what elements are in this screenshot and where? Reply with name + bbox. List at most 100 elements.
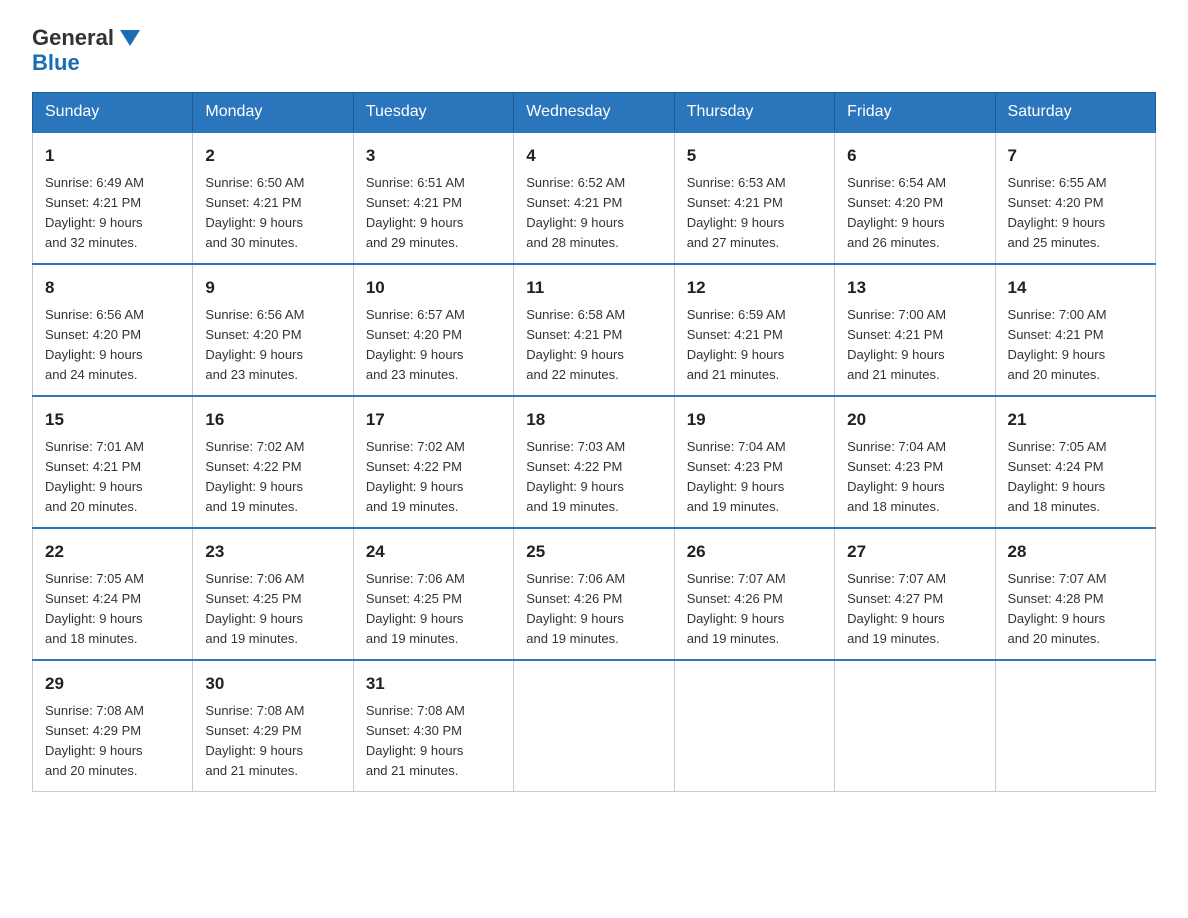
header-saturday: Saturday <box>995 93 1155 133</box>
day-info: Sunrise: 7:03 AM Sunset: 4:22 PM Dayligh… <box>526 437 661 518</box>
calendar-week-5: 29 Sunrise: 7:08 AM Sunset: 4:29 PM Dayl… <box>33 660 1156 792</box>
calendar-cell: 4 Sunrise: 6:52 AM Sunset: 4:21 PM Dayli… <box>514 132 674 264</box>
logo-blue: Blue <box>32 50 80 76</box>
day-number: 26 <box>687 539 822 565</box>
calendar-week-1: 1 Sunrise: 6:49 AM Sunset: 4:21 PM Dayli… <box>33 132 1156 264</box>
calendar-cell: 28 Sunrise: 7:07 AM Sunset: 4:28 PM Dayl… <box>995 528 1155 660</box>
calendar-week-4: 22 Sunrise: 7:05 AM Sunset: 4:24 PM Dayl… <box>33 528 1156 660</box>
day-info: Sunrise: 6:57 AM Sunset: 4:20 PM Dayligh… <box>366 305 501 386</box>
calendar-cell: 10 Sunrise: 6:57 AM Sunset: 4:20 PM Dayl… <box>353 264 513 396</box>
header-thursday: Thursday <box>674 93 834 133</box>
calendar-cell: 26 Sunrise: 7:07 AM Sunset: 4:26 PM Dayl… <box>674 528 834 660</box>
day-number: 25 <box>526 539 661 565</box>
day-info: Sunrise: 6:53 AM Sunset: 4:21 PM Dayligh… <box>687 173 822 254</box>
day-number: 15 <box>45 407 180 433</box>
page-header: General Blue <box>32 24 1156 76</box>
day-number: 9 <box>205 275 340 301</box>
day-number: 28 <box>1008 539 1143 565</box>
day-number: 24 <box>366 539 501 565</box>
header-sunday: Sunday <box>33 93 193 133</box>
calendar-cell <box>674 660 834 792</box>
day-info: Sunrise: 7:00 AM Sunset: 4:21 PM Dayligh… <box>847 305 982 386</box>
day-info: Sunrise: 6:55 AM Sunset: 4:20 PM Dayligh… <box>1008 173 1143 254</box>
day-info: Sunrise: 6:54 AM Sunset: 4:20 PM Dayligh… <box>847 173 982 254</box>
day-info: Sunrise: 7:07 AM Sunset: 4:26 PM Dayligh… <box>687 569 822 650</box>
calendar-cell: 8 Sunrise: 6:56 AM Sunset: 4:20 PM Dayli… <box>33 264 193 396</box>
calendar-cell: 12 Sunrise: 6:59 AM Sunset: 4:21 PM Dayl… <box>674 264 834 396</box>
calendar-table: SundayMondayTuesdayWednesdayThursdayFrid… <box>32 92 1156 792</box>
calendar-cell: 2 Sunrise: 6:50 AM Sunset: 4:21 PM Dayli… <box>193 132 353 264</box>
day-number: 7 <box>1008 143 1143 169</box>
calendar-cell: 19 Sunrise: 7:04 AM Sunset: 4:23 PM Dayl… <box>674 396 834 528</box>
logo-general: General <box>32 27 114 49</box>
day-number: 12 <box>687 275 822 301</box>
day-number: 19 <box>687 407 822 433</box>
day-info: Sunrise: 7:05 AM Sunset: 4:24 PM Dayligh… <box>1008 437 1143 518</box>
logo-triangle-icon <box>116 24 144 52</box>
calendar-cell: 11 Sunrise: 6:58 AM Sunset: 4:21 PM Dayl… <box>514 264 674 396</box>
day-number: 30 <box>205 671 340 697</box>
day-info: Sunrise: 6:56 AM Sunset: 4:20 PM Dayligh… <box>45 305 180 386</box>
day-info: Sunrise: 6:52 AM Sunset: 4:21 PM Dayligh… <box>526 173 661 254</box>
header-friday: Friday <box>835 93 995 133</box>
day-info: Sunrise: 7:06 AM Sunset: 4:26 PM Dayligh… <box>526 569 661 650</box>
header-wednesday: Wednesday <box>514 93 674 133</box>
day-info: Sunrise: 7:08 AM Sunset: 4:30 PM Dayligh… <box>366 701 501 782</box>
calendar-cell: 9 Sunrise: 6:56 AM Sunset: 4:20 PM Dayli… <box>193 264 353 396</box>
day-info: Sunrise: 6:49 AM Sunset: 4:21 PM Dayligh… <box>45 173 180 254</box>
calendar-cell: 3 Sunrise: 6:51 AM Sunset: 4:21 PM Dayli… <box>353 132 513 264</box>
day-number: 4 <box>526 143 661 169</box>
calendar-cell: 16 Sunrise: 7:02 AM Sunset: 4:22 PM Dayl… <box>193 396 353 528</box>
day-info: Sunrise: 7:00 AM Sunset: 4:21 PM Dayligh… <box>1008 305 1143 386</box>
day-info: Sunrise: 7:07 AM Sunset: 4:28 PM Dayligh… <box>1008 569 1143 650</box>
calendar-cell: 18 Sunrise: 7:03 AM Sunset: 4:22 PM Dayl… <box>514 396 674 528</box>
day-number: 23 <box>205 539 340 565</box>
day-number: 29 <box>45 671 180 697</box>
day-info: Sunrise: 7:05 AM Sunset: 4:24 PM Dayligh… <box>45 569 180 650</box>
day-info: Sunrise: 7:02 AM Sunset: 4:22 PM Dayligh… <box>366 437 501 518</box>
day-info: Sunrise: 7:07 AM Sunset: 4:27 PM Dayligh… <box>847 569 982 650</box>
calendar-cell <box>995 660 1155 792</box>
day-number: 2 <box>205 143 340 169</box>
calendar-cell: 23 Sunrise: 7:06 AM Sunset: 4:25 PM Dayl… <box>193 528 353 660</box>
day-number: 3 <box>366 143 501 169</box>
calendar-cell: 24 Sunrise: 7:06 AM Sunset: 4:25 PM Dayl… <box>353 528 513 660</box>
calendar-week-2: 8 Sunrise: 6:56 AM Sunset: 4:20 PM Dayli… <box>33 264 1156 396</box>
day-info: Sunrise: 6:51 AM Sunset: 4:21 PM Dayligh… <box>366 173 501 254</box>
calendar-cell: 5 Sunrise: 6:53 AM Sunset: 4:21 PM Dayli… <box>674 132 834 264</box>
calendar-week-3: 15 Sunrise: 7:01 AM Sunset: 4:21 PM Dayl… <box>33 396 1156 528</box>
calendar-cell: 25 Sunrise: 7:06 AM Sunset: 4:26 PM Dayl… <box>514 528 674 660</box>
header-tuesday: Tuesday <box>353 93 513 133</box>
day-info: Sunrise: 7:08 AM Sunset: 4:29 PM Dayligh… <box>45 701 180 782</box>
day-info: Sunrise: 7:02 AM Sunset: 4:22 PM Dayligh… <box>205 437 340 518</box>
calendar-cell: 20 Sunrise: 7:04 AM Sunset: 4:23 PM Dayl… <box>835 396 995 528</box>
calendar-cell: 7 Sunrise: 6:55 AM Sunset: 4:20 PM Dayli… <box>995 132 1155 264</box>
calendar-cell: 17 Sunrise: 7:02 AM Sunset: 4:22 PM Dayl… <box>353 396 513 528</box>
day-info: Sunrise: 7:06 AM Sunset: 4:25 PM Dayligh… <box>205 569 340 650</box>
day-info: Sunrise: 7:04 AM Sunset: 4:23 PM Dayligh… <box>847 437 982 518</box>
day-info: Sunrise: 7:01 AM Sunset: 4:21 PM Dayligh… <box>45 437 180 518</box>
day-info: Sunrise: 7:04 AM Sunset: 4:23 PM Dayligh… <box>687 437 822 518</box>
calendar-cell: 27 Sunrise: 7:07 AM Sunset: 4:27 PM Dayl… <box>835 528 995 660</box>
calendar-header-row: SundayMondayTuesdayWednesdayThursdayFrid… <box>33 93 1156 133</box>
day-number: 16 <box>205 407 340 433</box>
calendar-cell: 31 Sunrise: 7:08 AM Sunset: 4:30 PM Dayl… <box>353 660 513 792</box>
calendar-cell: 21 Sunrise: 7:05 AM Sunset: 4:24 PM Dayl… <box>995 396 1155 528</box>
logo: General Blue <box>32 24 144 76</box>
calendar-cell: 13 Sunrise: 7:00 AM Sunset: 4:21 PM Dayl… <box>835 264 995 396</box>
day-number: 1 <box>45 143 180 169</box>
day-info: Sunrise: 6:50 AM Sunset: 4:21 PM Dayligh… <box>205 173 340 254</box>
day-number: 18 <box>526 407 661 433</box>
header-monday: Monday <box>193 93 353 133</box>
day-number: 13 <box>847 275 982 301</box>
day-number: 31 <box>366 671 501 697</box>
day-info: Sunrise: 6:58 AM Sunset: 4:21 PM Dayligh… <box>526 305 661 386</box>
day-number: 5 <box>687 143 822 169</box>
calendar-cell <box>835 660 995 792</box>
day-number: 17 <box>366 407 501 433</box>
day-number: 27 <box>847 539 982 565</box>
day-info: Sunrise: 7:06 AM Sunset: 4:25 PM Dayligh… <box>366 569 501 650</box>
calendar-cell: 14 Sunrise: 7:00 AM Sunset: 4:21 PM Dayl… <box>995 264 1155 396</box>
calendar-cell: 29 Sunrise: 7:08 AM Sunset: 4:29 PM Dayl… <box>33 660 193 792</box>
calendar-cell: 15 Sunrise: 7:01 AM Sunset: 4:21 PM Dayl… <box>33 396 193 528</box>
